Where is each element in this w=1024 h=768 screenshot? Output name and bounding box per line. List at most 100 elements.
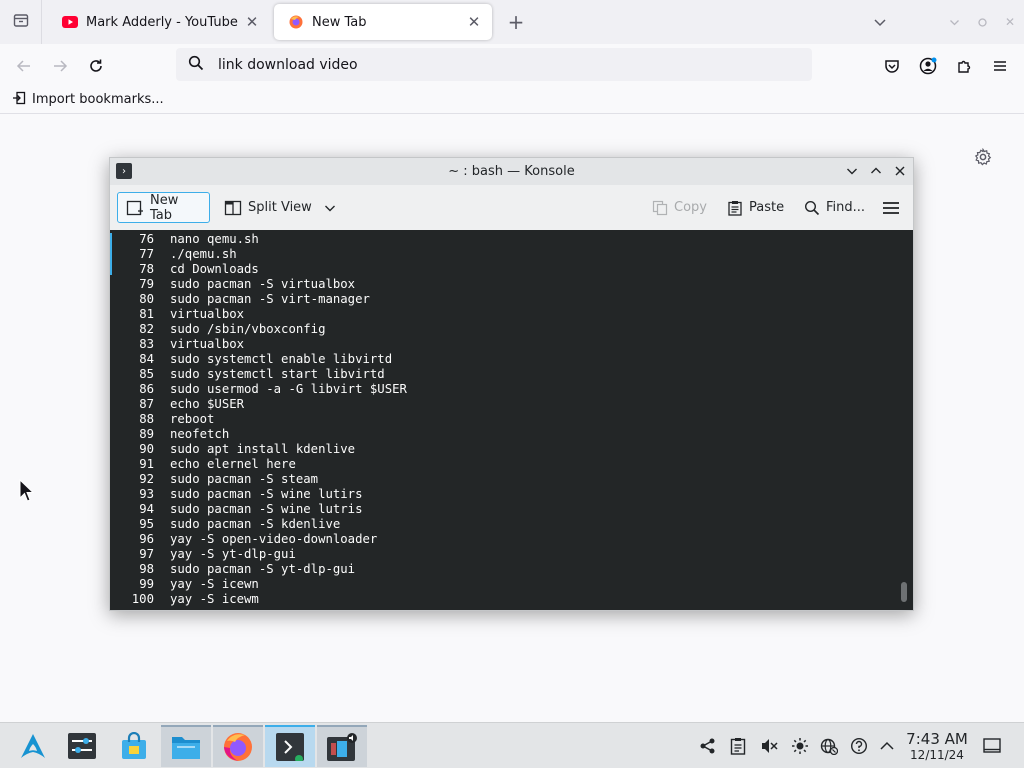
tab-title: New Tab <box>312 14 367 30</box>
tab-youtube[interactable]: Mark Adderly - YouTube ✕ <box>48 4 270 40</box>
history-number: 98 <box>139 562 154 576</box>
minimize-button[interactable] <box>843 162 861 180</box>
taskbar: 7:43 AM 12/11/24 <box>0 722 1024 768</box>
url-bar[interactable]: link download video <box>176 48 812 81</box>
copy-icon <box>652 200 668 216</box>
import-bookmarks-link[interactable]: Import bookmarks... <box>32 92 164 107</box>
maximize-window-button[interactable] <box>972 12 992 32</box>
paste-button[interactable]: Paste <box>719 192 792 223</box>
history-number: 100 <box>131 592 154 606</box>
pocket-button[interactable] <box>878 52 906 80</box>
firefox-view-button[interactable] <box>0 0 42 44</box>
history-number: 76 <box>139 232 154 246</box>
url-input[interactable]: link download video <box>218 57 358 73</box>
application-launcher[interactable] <box>8 725 58 767</box>
extensions-button[interactable] <box>950 52 978 80</box>
digital-clock[interactable]: 7:43 AM 12/11/24 <box>898 730 976 763</box>
forward-button[interactable] <box>46 52 74 80</box>
terminal-icon <box>276 733 304 761</box>
hamburger-menu-icon <box>883 201 899 214</box>
history-number: 96 <box>139 532 154 546</box>
history-command: sudo pacman -S virt-manager <box>170 292 370 306</box>
list-all-tabs-button[interactable] <box>868 10 892 34</box>
scrollbar-thumb[interactable] <box>901 582 907 602</box>
history-command: ./qemu.sh <box>170 247 237 261</box>
clock-time: 7:43 AM <box>906 730 968 748</box>
history-command: nano qemu.sh <box>170 232 259 246</box>
app-menu-button[interactable] <box>986 52 1014 80</box>
taskbar-firefox[interactable] <box>213 725 263 767</box>
history-command: cd Downloads <box>170 262 259 276</box>
history-line: 88 reboot <box>110 412 913 427</box>
history-line: 84 sudo systemctl enable libvirtd <box>110 352 913 367</box>
firefox-view-icon <box>13 12 29 32</box>
history-number: 94 <box>139 502 154 516</box>
account-button[interactable] <box>914 52 942 80</box>
konsole-toolbar: New Tab Split View Copy Paste Find... <box>110 185 913 230</box>
history-line: 98 sudo pacman -S yt-dlp-gui <box>110 562 913 577</box>
brightness-icon[interactable] <box>790 736 810 756</box>
history-line: 95 sudo pacman -S kdenlive <box>110 517 913 532</box>
history-command: virtualbox <box>170 307 245 321</box>
konsole-menu-button[interactable] <box>874 192 908 223</box>
import-icon <box>12 91 26 109</box>
mouse-cursor-icon <box>19 478 35 503</box>
reload-button[interactable] <box>82 52 110 80</box>
split-view-button[interactable]: Split View <box>216 192 344 223</box>
kde-connect-icon[interactable] <box>698 736 718 756</box>
konsole-titlebar[interactable]: › ~ : bash — Konsole <box>110 158 913 185</box>
find-button[interactable]: Find... <box>796 192 873 223</box>
chevron-down-icon <box>324 202 336 214</box>
chevron-up-icon <box>880 741 894 750</box>
history-command: yay -S icewn <box>170 577 259 591</box>
back-button[interactable] <box>10 52 38 80</box>
volume-muted-icon[interactable] <box>759 736 779 756</box>
taskbar-file-manager[interactable] <box>161 725 211 767</box>
hamburger-menu-icon <box>994 61 1006 71</box>
close-icon[interactable]: ✕ <box>466 13 482 31</box>
history-number: 81 <box>139 307 154 321</box>
taskbar-konsole[interactable] <box>265 725 315 767</box>
show-desktop-button[interactable] <box>982 736 1002 756</box>
split-view-label: Split View <box>248 200 312 215</box>
tab-new-tab[interactable]: New Tab ✕ <box>274 4 492 40</box>
history-number: 83 <box>139 337 154 351</box>
history-line: 78 cd Downloads <box>110 262 913 277</box>
network-icon[interactable] <box>819 736 839 756</box>
gear-icon <box>974 148 992 166</box>
updates-icon[interactable] <box>849 736 869 756</box>
history-command: sudo pacman -S virtualbox <box>170 277 356 291</box>
history-command: echo elernel here <box>170 457 296 471</box>
show-hidden-icons-button[interactable] <box>877 736 897 756</box>
minimize-window-button[interactable] <box>944 12 964 32</box>
new-tab-button[interactable]: New Tab <box>117 192 210 223</box>
taskbar-discover[interactable] <box>109 725 159 767</box>
history-command: reboot <box>170 412 215 426</box>
close-icon[interactable]: ✕ <box>244 13 260 31</box>
firefox-icon <box>224 733 252 761</box>
history-number: 86 <box>139 382 154 396</box>
copy-button[interactable]: Copy <box>644 192 715 223</box>
page-settings-button[interactable] <box>972 146 994 168</box>
desktop-icon <box>983 738 1001 753</box>
terminal-output[interactable]: 76 nano qemu.sh 77 ./qemu.sh 78 cd Downloads 7… <box>110 230 913 610</box>
close-button[interactable] <box>891 162 909 180</box>
chevron-down-icon <box>874 19 886 27</box>
copy-label: Copy <box>674 200 707 215</box>
chevron-down-icon <box>949 19 959 25</box>
chevron-up-icon <box>871 167 881 174</box>
clipboard-icon[interactable] <box>728 736 748 756</box>
maximize-icon <box>977 17 987 27</box>
find-label: Find... <box>826 200 866 215</box>
history-line: 97 yay -S yt-dlp-gui <box>110 547 913 562</box>
history-line: 92 sudo pacman -S steam <box>110 472 913 487</box>
close-window-button[interactable]: ✕ <box>1000 12 1020 32</box>
history-number: 93 <box>139 487 154 501</box>
paste-label: Paste <box>749 200 785 215</box>
new-tab-button[interactable]: + <box>502 8 530 36</box>
pocket-icon <box>885 60 899 73</box>
maximize-button[interactable] <box>867 162 885 180</box>
taskbar-system-settings[interactable] <box>57 725 107 767</box>
history-line: 81 virtualbox <box>110 307 913 322</box>
taskbar-media-app[interactable] <box>317 725 367 767</box>
